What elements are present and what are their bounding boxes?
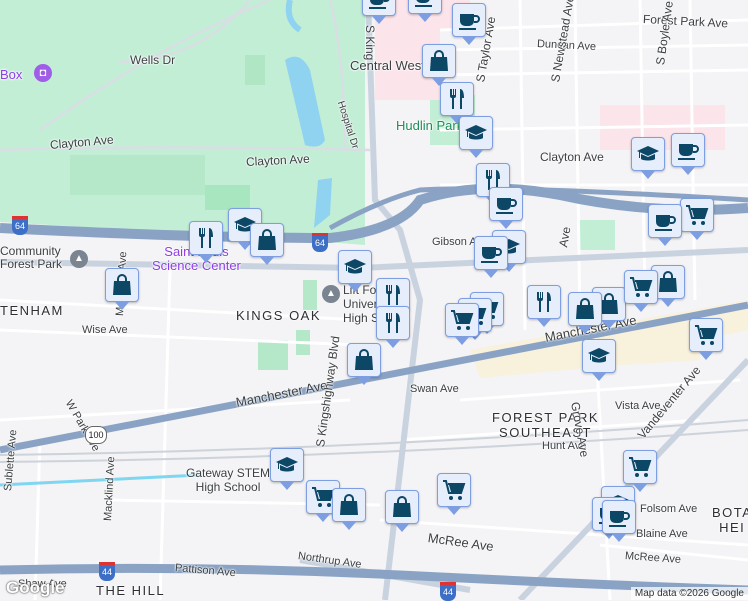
street-label-swan-ave: Swan Ave — [410, 383, 459, 395]
fork-knife-icon — [386, 313, 400, 333]
fork-knife-icon — [450, 89, 464, 109]
school-marker[interactable] — [582, 339, 616, 381]
restaurant-marker[interactable] — [527, 285, 561, 327]
street-label-wise-ave: Wise Ave — [82, 324, 128, 336]
shopping-cart-icon — [695, 325, 718, 345]
shopping-marker[interactable] — [332, 488, 366, 530]
interstate-44-shield: 44 — [440, 582, 456, 601]
grocery-marker[interactable] — [624, 270, 658, 312]
coffee-cup-icon — [459, 14, 480, 30]
coffee-cup-icon — [678, 144, 699, 160]
interstate-64-shield: 64 — [12, 216, 28, 235]
poi-label-box[interactable]: Box — [0, 67, 22, 82]
shopping-marker[interactable] — [568, 292, 602, 334]
cafe-marker[interactable] — [602, 500, 636, 542]
street-label-s-kingshighway: S King — [363, 25, 377, 61]
fork-knife-icon — [199, 228, 213, 248]
us-route-100-shield: 100 — [85, 426, 107, 444]
street-label-wells-dr: Wells Dr — [130, 53, 176, 67]
neighborhood-label-central-west: Central West — [350, 58, 425, 73]
coffee-cup-icon — [655, 215, 676, 231]
shopping-bag-icon — [113, 274, 131, 295]
shopping-marker[interactable] — [422, 44, 456, 86]
cafe-marker[interactable] — [474, 236, 508, 278]
neighborhood-label-the-hill: THE HILL — [96, 583, 166, 598]
neighborhood-label-kings-oak: KINGS OAK — [236, 308, 322, 323]
grocery-marker[interactable] — [689, 318, 723, 360]
shopping-bag-icon — [393, 496, 411, 517]
school-marker[interactable] — [338, 250, 372, 292]
cafe-marker[interactable] — [648, 204, 682, 246]
grocery-marker[interactable] — [680, 198, 714, 240]
shopping-bag-icon — [430, 50, 448, 71]
cafe-marker[interactable] — [671, 133, 705, 175]
poi-label-community-forest-park[interactable]: Community Forest Park — [0, 245, 62, 271]
fork-knife-icon — [386, 285, 400, 305]
interstate-64-shield: 64 — [312, 233, 328, 252]
shopping-cart-icon — [630, 277, 653, 297]
restaurant-marker[interactable] — [440, 82, 474, 124]
coffee-cup-icon — [369, 0, 390, 9]
shopping-bag-icon — [576, 298, 594, 319]
graduation-cap-icon — [588, 348, 610, 363]
shopping-bag-icon — [340, 494, 358, 515]
school-marker[interactable] — [459, 116, 493, 158]
shopping-bag-icon — [258, 229, 276, 250]
street-label-blaine-ave: Blaine Ave — [636, 528, 688, 540]
coffee-cup-icon — [481, 247, 502, 263]
graduation-cap-icon — [344, 259, 366, 274]
grocery-marker[interactable] — [445, 303, 479, 345]
map-attribution[interactable]: Map data ©2026 Google — [630, 587, 748, 600]
shopping-cart-icon — [629, 457, 652, 477]
cafe-marker[interactable] — [489, 187, 523, 229]
coffee-cup-icon — [609, 511, 630, 527]
fork-knife-icon — [537, 292, 551, 312]
street-label-clayton-ave: Clayton Ave — [540, 150, 604, 164]
shopping-cart-icon — [451, 310, 474, 330]
neighborhood-label-tenham: TENHAM — [0, 303, 64, 318]
shopping-bag-icon — [659, 271, 677, 292]
neighborhood-label-botanical-heights: BOTA HEI — [712, 505, 748, 535]
restaurant-marker[interactable] — [376, 306, 410, 348]
shopping-marker[interactable] — [250, 223, 284, 265]
grocery-marker[interactable] — [623, 450, 657, 492]
graduation-cap-icon — [276, 457, 298, 472]
cafe-marker[interactable] — [408, 0, 442, 22]
poi-label-gateway-stem[interactable]: Gateway STEM High School — [186, 466, 270, 494]
interstate-44-shield: 44 — [99, 562, 115, 581]
restaurant-marker[interactable] — [189, 221, 223, 263]
google-logo: Google — [6, 578, 65, 597]
school-pin-icon[interactable]: ▲ — [70, 250, 88, 268]
school-pin-icon[interactable]: ▲ — [322, 285, 340, 303]
graduation-cap-icon — [465, 125, 487, 140]
graduation-cap-icon — [637, 146, 659, 161]
shopping-cart-icon — [686, 205, 709, 225]
cafe-marker[interactable] — [362, 0, 396, 24]
camera-icon[interactable]: ◘ — [34, 64, 52, 82]
shopping-bag-icon — [355, 349, 373, 370]
shopping-marker[interactable] — [347, 343, 381, 385]
coffee-cup-icon — [496, 198, 517, 214]
street-label-folsom-ave: Folsom Ave — [640, 503, 698, 515]
grocery-marker[interactable] — [437, 473, 471, 515]
school-marker[interactable] — [631, 137, 665, 179]
shopping-cart-icon — [443, 480, 466, 500]
shopping-marker[interactable] — [385, 490, 419, 532]
coffee-cup-icon — [415, 0, 432, 7]
shopping-marker[interactable] — [105, 268, 139, 310]
cafe-marker[interactable] — [452, 3, 486, 45]
school-marker[interactable] — [270, 448, 304, 490]
